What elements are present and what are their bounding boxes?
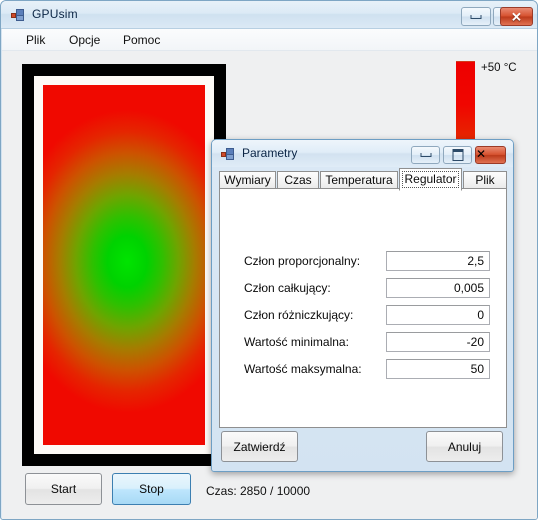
form-row: Człon całkujący: [220, 278, 508, 300]
start-button[interactable]: Start [25, 473, 102, 505]
title-bar: GPUsim ✕ [1, 1, 537, 29]
status-time-label: Czas: 2850 / 10000 [206, 484, 311, 498]
main-window: GPUsim ✕ Plik Opcje Pomoc +50 °C Start S… [0, 0, 538, 520]
dialog-title-bar: Parametry ✕ [212, 140, 513, 167]
form-row: Człon różniczkujący: [220, 305, 508, 327]
menu-item-plik[interactable]: Plik [21, 32, 50, 48]
tab-czas-label: Czas [284, 173, 312, 187]
field-label-proportional: Człon proporcjonalny: [244, 254, 361, 268]
form-row: Wartość maksymalna: [220, 359, 508, 381]
tab-temperatura-label: Temperatura [325, 173, 393, 187]
dialog-icon [221, 148, 234, 160]
close-icon: ✕ [476, 147, 487, 161]
field-label-min-value: Wartość minimalna: [244, 335, 349, 349]
minimize-icon [420, 153, 431, 157]
tab-strip: Wymiary Czas Temperatura Regulator Plik [219, 168, 507, 191]
stop-button[interactable]: Stop [112, 473, 191, 505]
dialog-title: Parametry [242, 146, 298, 160]
field-label-derivative: Człon różniczkujący: [244, 308, 354, 322]
menu-item-pomoc[interactable]: Pomoc [118, 32, 165, 48]
cancel-button-label: Anuluj [447, 439, 482, 454]
field-label-integral: Człon całkujący: [244, 281, 331, 295]
dialog-maximize-button[interactable] [443, 146, 472, 164]
maximize-icon [452, 149, 463, 161]
field-input-min-value[interactable] [386, 332, 490, 352]
dialog-minimize-button[interactable] [411, 146, 440, 164]
stop-button-label: Stop [139, 482, 164, 496]
heatmap-frame [22, 64, 226, 466]
confirm-button-label: Zatwierdź [233, 439, 286, 454]
field-input-integral[interactable] [386, 278, 490, 298]
tab-czas[interactable]: Czas [277, 171, 319, 189]
parametry-dialog: Parametry ✕ Wymiary Czas Temperatura Reg… [211, 139, 514, 472]
heatmap-inner-frame [34, 76, 214, 454]
tab-regulator[interactable]: Regulator [399, 168, 462, 191]
minimize-icon [470, 14, 482, 19]
field-input-proportional[interactable] [386, 251, 490, 271]
app-icon [11, 9, 24, 21]
form-row: Człon proporcjonalny: [220, 251, 508, 273]
confirm-button[interactable]: Zatwierdź [221, 431, 298, 462]
heatmap-canvas [43, 85, 205, 445]
field-label-max-value: Wartość maksymalna: [244, 362, 362, 376]
tab-plik[interactable]: Plik [463, 171, 507, 189]
field-input-max-value[interactable] [386, 359, 490, 379]
minimize-button[interactable] [461, 7, 491, 26]
tab-wymiary[interactable]: Wymiary [219, 171, 276, 189]
tab-temperatura[interactable]: Temperatura [320, 171, 398, 189]
form-row: Wartość minimalna: [220, 332, 508, 354]
menu-item-opcje[interactable]: Opcje [64, 32, 105, 48]
menu-bar: Plik Opcje Pomoc [2, 29, 537, 51]
field-input-derivative[interactable] [386, 305, 490, 325]
cancel-button[interactable]: Anuluj [426, 431, 503, 462]
temperature-legend-label: +50 °C [481, 62, 517, 74]
tab-focus-ring [402, 171, 459, 188]
tab-page-regulator: Człon proporcjonalny: Człon całkujący: C… [219, 188, 507, 428]
tab-wymiary-label: Wymiary [224, 173, 271, 187]
window-title: GPUsim [32, 7, 78, 21]
start-button-label: Start [50, 482, 77, 496]
close-icon: ✕ [511, 9, 522, 24]
dialog-close-button[interactable]: ✕ [475, 146, 506, 164]
close-button[interactable]: ✕ [500, 7, 533, 26]
tab-plik-label: Plik [475, 173, 495, 187]
